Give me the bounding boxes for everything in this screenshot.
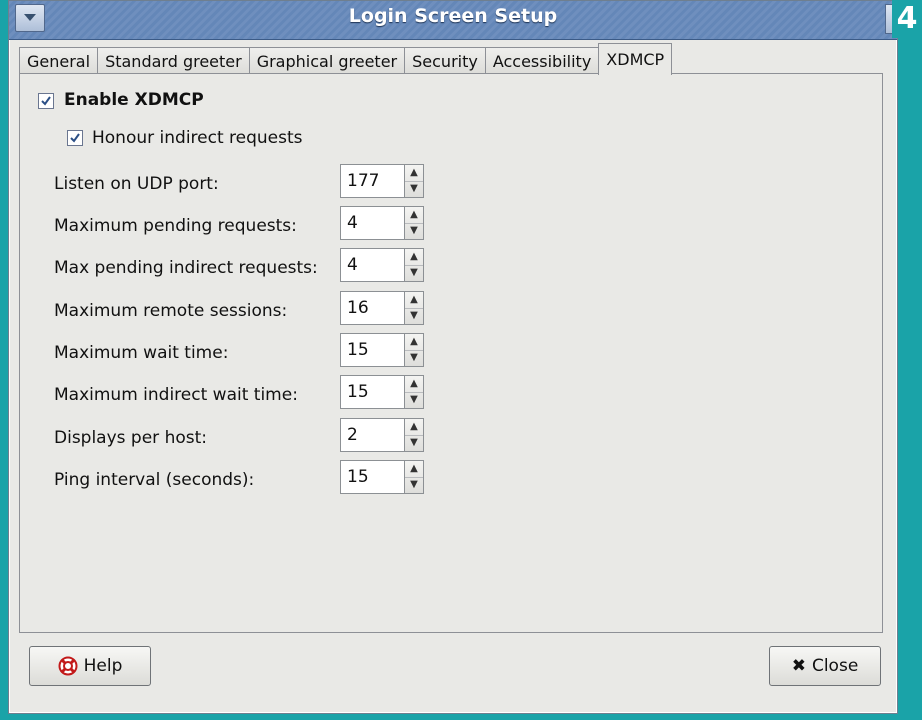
udp-port-stepper: ▲ ▼ xyxy=(404,164,424,198)
chevron-down-icon[interactable]: ▼ xyxy=(405,350,423,366)
max-pending-indirect-spinner[interactable]: 4 ▲ ▼ xyxy=(340,248,426,282)
max-pending-indirect-label: Max pending indirect requests: xyxy=(54,258,318,278)
udp-port-spinner[interactable]: 177 ▲ ▼ xyxy=(340,164,426,198)
chevron-down-icon[interactable]: ▼ xyxy=(405,392,423,408)
chevron-up-icon[interactable]: ▲ xyxy=(405,376,423,393)
page-badge: 4 xyxy=(892,0,922,38)
chevron-down-icon[interactable]: ▼ xyxy=(405,435,423,451)
max-pending-indirect-stepper: ▲ ▼ xyxy=(404,248,424,282)
honour-indirect-label: Honour indirect requests xyxy=(92,128,303,148)
title-bar[interactable]: Login Screen Setup xyxy=(9,1,899,40)
tab-security[interactable]: Security xyxy=(404,47,486,75)
check-icon xyxy=(41,96,51,106)
close-button[interactable]: ✖ Close xyxy=(769,646,881,686)
chevron-up-icon[interactable]: ▲ xyxy=(405,249,423,266)
udp-port-input[interactable]: 177 xyxy=(340,164,404,198)
max-indirect-wait-spinner[interactable]: 15 ▲ ▼ xyxy=(340,375,426,409)
ping-interval-label: Ping interval (seconds): xyxy=(54,470,255,490)
max-remote-sessions-label: Maximum remote sessions: xyxy=(54,301,288,321)
chevron-up-icon[interactable]: ▲ xyxy=(405,165,423,182)
displays-per-host-stepper: ▲ ▼ xyxy=(404,418,424,452)
max-pending-label: Maximum pending requests: xyxy=(54,216,297,236)
chevron-down-icon[interactable]: ▼ xyxy=(405,308,423,324)
max-pending-spinner[interactable]: 4 ▲ ▼ xyxy=(340,206,426,240)
chevron-up-icon[interactable]: ▲ xyxy=(405,461,423,478)
displays-per-host-label: Displays per host: xyxy=(54,428,207,448)
max-wait-time-spinner[interactable]: 15 ▲ ▼ xyxy=(340,333,426,367)
udp-port-label: Listen on UDP port: xyxy=(54,174,219,194)
max-wait-time-input[interactable]: 15 xyxy=(340,333,404,367)
max-remote-sessions-spinner[interactable]: 16 ▲ ▼ xyxy=(340,291,426,325)
ping-interval-spinner[interactable]: 15 ▲ ▼ xyxy=(340,460,426,494)
max-remote-sessions-stepper: ▲ ▼ xyxy=(404,291,424,325)
tab-accessibility[interactable]: Accessibility xyxy=(484,47,600,75)
max-pending-indirect-input[interactable]: 4 xyxy=(340,248,404,282)
window-title: Login Screen Setup xyxy=(348,5,558,27)
ping-interval-input[interactable]: 15 xyxy=(340,460,404,494)
help-button[interactable]: Help xyxy=(29,646,151,686)
tab-xdmcp[interactable]: XDMCP xyxy=(598,43,673,75)
enable-xdmcp-checkbox[interactable] xyxy=(38,93,54,109)
check-icon xyxy=(70,133,80,143)
login-screen-setup-window: Login Screen Setup General Standard gree… xyxy=(8,0,899,714)
tab-general[interactable]: General xyxy=(19,47,99,75)
help-button-label: Help xyxy=(83,656,123,676)
xdmcp-panel: Enable XDMCP Honour indirect requests Li… xyxy=(19,73,883,633)
tab-graphical-greeter[interactable]: Graphical greeter xyxy=(248,47,406,75)
max-wait-time-stepper: ▲ ▼ xyxy=(404,333,424,367)
chevron-down-icon[interactable]: ▼ xyxy=(405,477,423,493)
lifebuoy-icon xyxy=(58,656,78,676)
tab-bar: General Standard greeter Graphical greet… xyxy=(19,43,673,75)
max-remote-sessions-input[interactable]: 16 xyxy=(340,291,404,325)
max-pending-input[interactable]: 4 xyxy=(340,206,404,240)
displays-per-host-spinner[interactable]: 2 ▲ ▼ xyxy=(340,418,426,452)
ping-interval-stepper: ▲ ▼ xyxy=(404,460,424,494)
max-indirect-wait-label: Maximum indirect wait time: xyxy=(54,385,298,405)
x-icon: ✖ xyxy=(791,656,806,676)
enable-xdmcp-label: Enable XDMCP xyxy=(64,90,204,110)
close-button-label: Close xyxy=(811,656,859,676)
max-wait-time-label: Maximum wait time: xyxy=(54,343,229,363)
tab-standard-greeter[interactable]: Standard greeter xyxy=(97,47,250,75)
max-indirect-wait-input[interactable]: 15 xyxy=(340,375,404,409)
chevron-up-icon[interactable]: ▲ xyxy=(405,334,423,351)
chevron-up-icon[interactable]: ▲ xyxy=(405,292,423,309)
max-pending-stepper: ▲ ▼ xyxy=(404,206,424,240)
chevron-up-icon[interactable]: ▲ xyxy=(405,207,423,224)
chevron-down-icon[interactable]: ▼ xyxy=(405,181,423,197)
honour-indirect-checkbox[interactable] xyxy=(67,130,83,146)
chevron-up-icon[interactable]: ▲ xyxy=(405,419,423,436)
chevron-down-icon[interactable]: ▼ xyxy=(405,265,423,281)
displays-per-host-input[interactable]: 2 xyxy=(340,418,404,452)
chevron-down-icon[interactable]: ▼ xyxy=(405,223,423,239)
max-indirect-wait-stepper: ▲ ▼ xyxy=(404,375,424,409)
